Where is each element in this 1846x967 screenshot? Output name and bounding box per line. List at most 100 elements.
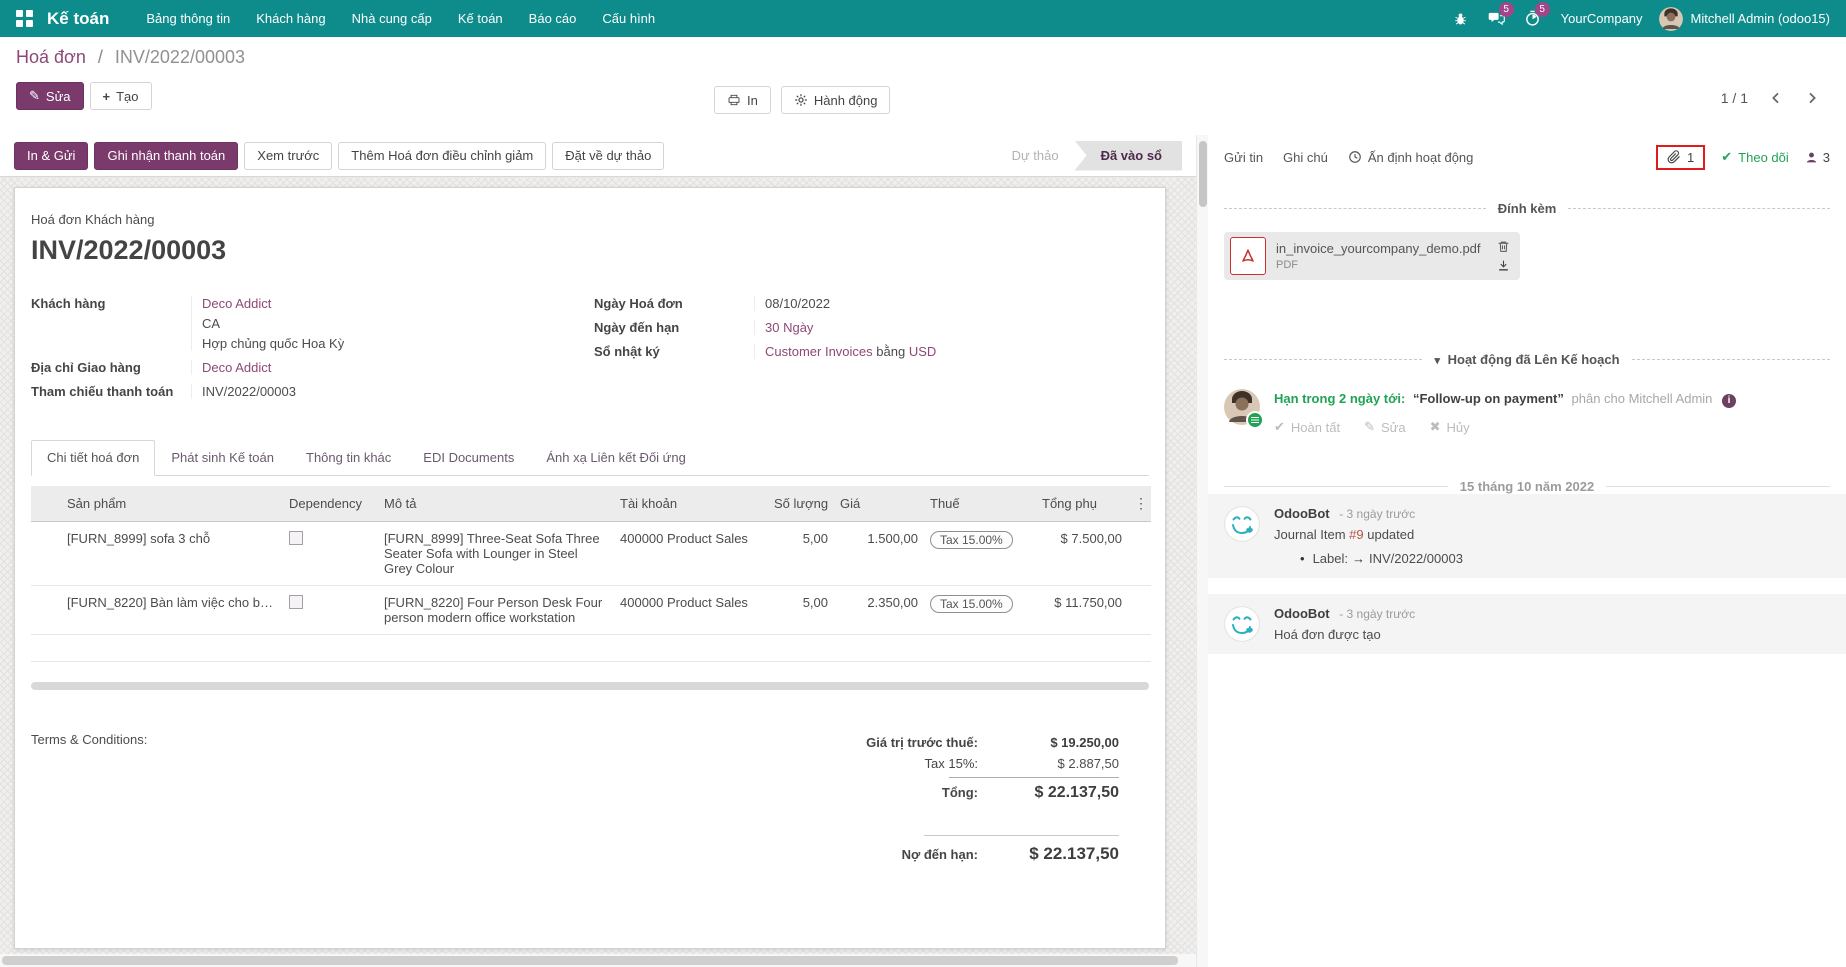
menu-accounting[interactable]: Kế toán (445, 0, 516, 37)
edit-button[interactable]: ✎ Sửa (16, 82, 84, 110)
control-panel: Hoá đơn / INV/2022/00003 ✎ Sửa + Tạo In … (0, 37, 1846, 135)
menu-configuration[interactable]: Cấu hình (589, 0, 668, 37)
tab-invoice-lines[interactable]: Chi tiết hoá đơn (31, 440, 155, 476)
activities-icon[interactable]: 5 (1515, 0, 1551, 37)
tab-edi-documents[interactable]: EDI Documents (407, 440, 530, 475)
status-draft[interactable]: Dự thảo (996, 141, 1075, 171)
debug-bug-icon[interactable] (1443, 0, 1479, 37)
line-subtotal: $ 11.750,00 (1036, 586, 1128, 635)
follower-count: 3 (1823, 150, 1830, 165)
col-description[interactable]: Mô tả (378, 486, 614, 522)
total-separator-line (949, 777, 1119, 778)
customer-label: Khách hàng (31, 296, 201, 351)
planned-activity: Hạn trong 2 ngày tới: “Follow-up on paym… (1224, 389, 1830, 435)
status-posted[interactable]: Đã vào sổ (1075, 141, 1182, 171)
tab-counterpart-mapping[interactable]: Ánh xạ Liên kết Đối ứng (530, 440, 702, 475)
dependency-checkbox[interactable] (289, 531, 303, 545)
clock-icon (1348, 150, 1362, 164)
tab-other-info[interactable]: Thông tin khác (290, 440, 407, 475)
row-handle-header (31, 486, 61, 522)
user-menu[interactable]: Mitchell Admin (odoo15) (1659, 7, 1830, 31)
person-icon (1805, 151, 1818, 164)
register-payment-button[interactable]: Ghi nhận thanh toán (94, 142, 238, 170)
dependency-checkbox[interactable] (289, 595, 303, 609)
payment-reference-label: Tham chiếu thanh toán (31, 384, 201, 399)
apps-menu-icon[interactable] (16, 10, 33, 27)
col-product[interactable]: Sản phẩm (61, 486, 283, 522)
log-note-button[interactable]: Ghi chú (1283, 150, 1328, 165)
table-horizontal-scrollbar[interactable] (31, 682, 1149, 690)
col-price[interactable]: Giá (834, 486, 924, 522)
optional-columns-icon[interactable]: ⋮ (1128, 486, 1151, 522)
menu-vendors[interactable]: Nhà cung cấp (339, 0, 445, 37)
pencil-icon: ✎ (29, 88, 40, 104)
preview-button[interactable]: Xem trước (244, 142, 332, 170)
message-author[interactable]: OdooBot (1274, 506, 1330, 521)
edit-activity-button[interactable]: ✎ Sửa (1364, 419, 1406, 435)
currency-link[interactable]: USD (909, 344, 936, 359)
invoice-line-row[interactable]: [FURN_8220] Bàn làm việc cho bố... [FURN… (31, 586, 1151, 635)
col-dependency[interactable]: Dependency (283, 486, 378, 522)
cancel-activity-button[interactable]: ✖ Hủy (1430, 419, 1470, 435)
horizontal-scrollbar (0, 954, 1196, 967)
create-button[interactable]: + Tạo (90, 82, 152, 110)
app-name[interactable]: Kế toán (47, 9, 109, 29)
company-switcher[interactable]: YourCompany (1561, 11, 1643, 26)
messages-icon[interactable]: 5 (1479, 0, 1515, 37)
print-button[interactable]: In (714, 86, 771, 114)
mark-done-button[interactable]: ✔ Hoàn tất (1274, 419, 1340, 435)
vertical-scrollbar-thumb[interactable] (1199, 141, 1207, 207)
col-quantity[interactable]: Số lượng (768, 486, 834, 522)
invoice-lines-table: Sản phẩm Dependency Mô tả Tài khoản Số l… (31, 486, 1151, 662)
planned-activities-section-header[interactable]: ▾ Hoạt động đã Lên Kế hoạch (1224, 352, 1830, 367)
pager-previous-icon[interactable] (1768, 90, 1784, 106)
send-and-print-button[interactable]: In & Gửi (14, 142, 88, 170)
invoice-date-value: 08/10/2022 (765, 296, 830, 311)
col-subtotal[interactable]: Tổng phụ (1036, 486, 1128, 522)
pager-count: 1 / 1 (1721, 90, 1748, 106)
breadcrumb-invoices-link[interactable]: Hoá đơn (16, 47, 86, 67)
vertical-scrollbar (1196, 135, 1208, 967)
menu-reporting[interactable]: Báo cáo (516, 0, 590, 37)
tab-journal-items[interactable]: Phát sinh Kế toán (155, 440, 290, 475)
empty-line-row[interactable] (31, 635, 1151, 662)
breadcrumb: Hoá đơn / INV/2022/00003 (16, 47, 1830, 68)
download-attachment-icon[interactable] (1497, 259, 1510, 272)
line-account: 400000 Product Sales (614, 586, 768, 635)
col-account[interactable]: Tài khoản (614, 486, 768, 522)
journal-link[interactable]: Customer Invoices (765, 344, 873, 359)
send-message-button[interactable]: Gửi tin (1224, 150, 1263, 165)
col-tax[interactable]: Thuế (924, 486, 1036, 522)
delivery-address-link[interactable]: Deco Addict (202, 360, 271, 375)
chatter-message: OdooBot - 3 ngày trước Journal Item #9 u… (1208, 494, 1846, 578)
invoice-line-row[interactable]: [FURN_8999] sofa 3 chỗ [FURN_8999] Three… (31, 522, 1151, 586)
breadcrumb-separator: / (98, 47, 103, 67)
followers-button[interactable]: 3 (1805, 150, 1830, 165)
line-account: 400000 Product Sales (614, 522, 768, 586)
gear-icon (794, 93, 808, 107)
customer-link[interactable]: Deco Addict (202, 296, 594, 311)
menu-dashboard[interactable]: Bảng thông tin (133, 0, 243, 37)
odoobot-avatar (1224, 606, 1260, 642)
add-credit-note-button[interactable]: Thêm Hoá đơn điều chỉnh giảm (338, 142, 546, 170)
line-price: 1.500,00 (834, 522, 924, 586)
schedule-activity-button[interactable]: Ấn định hoạt động (1348, 150, 1474, 165)
pager-next-icon[interactable] (1804, 90, 1820, 106)
attachment-filename[interactable]: in_invoice_yourcompany_demo.pdf (1276, 241, 1481, 256)
action-button[interactable]: Hành động (781, 86, 891, 114)
arrow-right-icon: → (1352, 551, 1365, 566)
horizontal-scrollbar-thumb[interactable] (2, 956, 1178, 965)
payment-terms-link[interactable]: 30 Ngày (765, 320, 813, 335)
attachment-count: 1 (1687, 150, 1694, 165)
reset-to-draft-button[interactable]: Đặt về dự thảo (552, 142, 664, 170)
message-author[interactable]: OdooBot (1274, 606, 1330, 621)
menu-customers[interactable]: Khách hàng (243, 0, 338, 37)
attachments-counter-highlighted[interactable]: 1 (1656, 145, 1705, 170)
journal-conjunction: bằng (876, 344, 905, 359)
pdf-file-icon[interactable] (1230, 237, 1266, 275)
attachment-card: in_invoice_yourcompany_demo.pdf PDF (1224, 232, 1520, 280)
info-icon[interactable]: i (1722, 394, 1736, 408)
follow-button[interactable]: ✔ Theo dõi (1721, 149, 1789, 165)
delete-attachment-icon[interactable] (1497, 240, 1510, 253)
totals-block: Giá trị trước thuế: $ 19.250,00 Tax 15%:… (769, 732, 1119, 867)
